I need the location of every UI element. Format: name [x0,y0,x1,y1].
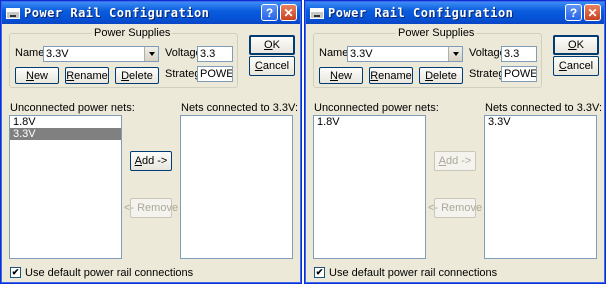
add-button[interactable]: Add -> [130,151,172,171]
list-item[interactable]: 1.8V [10,116,121,128]
group-label: Power Supplies [92,27,173,39]
power-rail-dialog-after: Power Rail Configuration ? ✕ Power Suppl… [304,0,606,284]
unconnected-nets-list[interactable]: 1.8V 3.3V [9,115,122,259]
strategy-input[interactable]: POWER [197,66,233,82]
close-icon[interactable]: ✕ [584,4,601,21]
app-icon [6,7,20,19]
app-icon [310,7,324,19]
checkmark-icon: ✔ [315,267,324,277]
new-button[interactable]: New [15,67,59,84]
cancel-button[interactable]: Cancel [249,56,295,76]
name-label: Name [319,47,349,59]
default-connections-checkbox[interactable]: ✔ [10,267,21,278]
strategy-label: Strateg [165,68,201,80]
remove-button[interactable]: <- Remove [124,198,178,218]
unconnected-nets-list[interactable]: 1.8V [313,115,426,259]
delete-button[interactable]: Delete [115,67,159,84]
checkmark-icon: ✔ [11,267,20,277]
name-dropdown[interactable]: 3.3V [43,46,159,62]
strategy-label: Strateg [469,68,505,80]
chevron-down-icon[interactable] [448,47,462,61]
default-connections-label: Use default power rail connections [329,267,498,279]
cancel-button[interactable]: Cancel [553,56,599,76]
connected-nets-list[interactable] [180,115,293,259]
ok-button[interactable]: OK [553,35,599,55]
default-connections-label: Use default power rail connections [25,267,194,279]
help-icon[interactable]: ? [261,4,278,21]
voltage-input[interactable]: 3.3 [197,46,233,62]
connected-nets-list[interactable]: 3.3V [484,115,597,259]
unconnected-label: Unconnected power nets: [10,102,135,114]
name-value: 3.3V [350,48,373,60]
strategy-input[interactable]: POWER [501,66,537,82]
ok-button[interactable]: OK [249,35,295,55]
remove-button[interactable]: <- Remove [428,198,482,218]
list-item[interactable]: 3.3V [485,116,596,128]
connected-label: Nets connected to 3.3V: [181,102,298,114]
new-button[interactable]: New [319,67,363,84]
delete-button[interactable]: Delete [419,67,463,84]
voltage-input[interactable]: 3.3 [501,46,537,62]
list-item[interactable]: 3.3V [10,128,121,140]
power-rail-dialog-before: Power Rail Configuration ? ✕ Power Suppl… [0,0,302,284]
add-button[interactable]: Add -> [434,151,476,171]
window-title: Power Rail Configuration [328,6,514,20]
unconnected-label: Unconnected power nets: [314,102,439,114]
help-icon[interactable]: ? [565,4,582,21]
rename-button[interactable]: Rename [65,67,109,84]
name-dropdown[interactable]: 3.3V [347,46,463,62]
title-bar[interactable]: Power Rail Configuration ? ✕ [2,2,300,24]
close-icon[interactable]: ✕ [280,4,297,21]
title-bar[interactable]: Power Rail Configuration ? ✕ [306,2,604,24]
list-item[interactable]: 1.8V [314,116,425,128]
rename-button[interactable]: Rename [369,67,413,84]
connected-label: Nets connected to 3.3V: [485,102,602,114]
chevron-down-icon[interactable] [144,47,158,61]
name-label: Name [15,47,45,59]
default-connections-checkbox[interactable]: ✔ [314,267,325,278]
window-title: Power Rail Configuration [24,6,210,20]
group-label: Power Supplies [396,27,477,39]
name-value: 3.3V [46,48,69,60]
